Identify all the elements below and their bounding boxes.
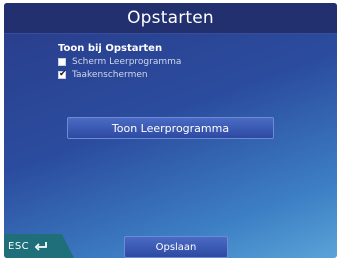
checkbox-task-screens[interactable]: ✔ bbox=[58, 69, 67, 79]
page-title: Opstarten bbox=[4, 3, 337, 34]
esc-button[interactable]: ESC bbox=[4, 234, 74, 258]
check-mark-icon: ✔ bbox=[59, 69, 67, 79]
checkbox-show-tutorial[interactable] bbox=[58, 58, 66, 66]
option-label: Taakenschermen bbox=[72, 70, 148, 80]
esc-label: ESC bbox=[8, 240, 30, 252]
section-heading: Toon bij Opstarten bbox=[58, 43, 163, 54]
option-task-screens[interactable]: ✔ Taakenschermen bbox=[58, 69, 148, 81]
screen: Opstarten Toon bij Opstarten Scherm Leer… bbox=[4, 3, 337, 258]
return-arrow-icon bbox=[34, 242, 48, 251]
show-tutorial-button[interactable]: Toon Leerprogramma bbox=[67, 117, 274, 139]
option-label: Scherm Leerprogramma bbox=[72, 57, 182, 67]
option-show-tutorial[interactable]: Scherm Leerprogramma bbox=[58, 56, 181, 68]
save-button[interactable]: Opslaan bbox=[124, 236, 228, 258]
